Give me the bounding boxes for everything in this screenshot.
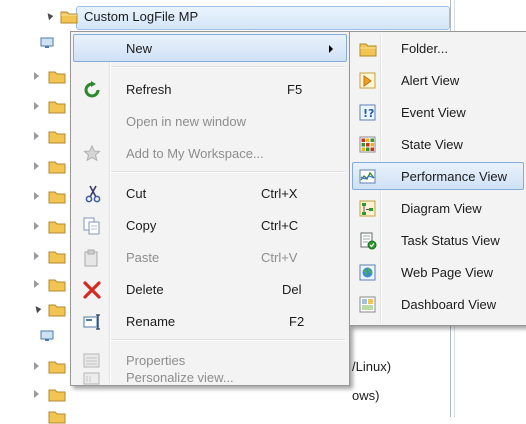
folder-icon: [48, 388, 66, 402]
menu-separator: [111, 171, 345, 173]
expand-arrow-icon[interactable]: [34, 102, 39, 110]
menu-item-label: Personalize view...: [126, 370, 234, 385]
expand-arrow-icon[interactable]: [34, 252, 39, 260]
folder-icon: [48, 130, 66, 144]
menu-item-label: Cut: [126, 186, 147, 201]
menu-item-label: State View: [401, 137, 463, 152]
scissors-icon: [84, 185, 102, 203]
refresh-icon: [83, 81, 101, 99]
menu-item-label: Paste: [126, 250, 160, 265]
submenu-item-web-page-view[interactable]: Web Page View: [352, 258, 524, 286]
menu-item-label: Rename: [126, 314, 176, 329]
menu-item-shortcut: Ctrl+C: [261, 218, 299, 233]
menu-item-shortcut: Ctrl+V: [261, 250, 298, 265]
menu-item-shortcut: F5: [287, 82, 303, 97]
diagram-view-icon: [359, 200, 377, 218]
menu-item-new[interactable]: New: [73, 34, 347, 62]
folder-icon: [48, 190, 66, 204]
submenu-item-performance-view[interactable]: Performance View: [352, 162, 524, 190]
monitor-icon: [40, 330, 54, 342]
dashboard-view-icon: [359, 296, 377, 314]
submenu-item-alert-view[interactable]: Alert View: [352, 66, 524, 94]
menu-item-label: Folder...: [401, 41, 448, 56]
menu-item-label: Diagram View: [401, 201, 482, 216]
expand-arrow-icon[interactable]: [34, 72, 39, 80]
event-view-icon: !?: [359, 104, 377, 122]
performance-view-icon: [359, 168, 377, 186]
menu-item-label: Performance View: [401, 169, 507, 184]
menu-item-shortcut: Del: [282, 282, 302, 297]
menu-item-label: Refresh: [126, 82, 172, 97]
delete-x-icon: [83, 281, 101, 299]
properties-icon: [83, 352, 101, 370]
new-submenu: Folder... Alert View !? Event View State…: [349, 31, 526, 326]
menu-item-shortcut: F2: [289, 314, 305, 329]
menu-item-label: Event View: [401, 105, 466, 120]
submenu-item-dashboard-view[interactable]: Dashboard View: [352, 290, 524, 318]
menu-item-label: New: [126, 41, 153, 56]
expand-arrow-icon[interactable]: [34, 222, 39, 230]
folder-icon: [48, 220, 66, 234]
folder-icon: [48, 70, 66, 84]
menu-item-label: Copy: [126, 218, 157, 233]
expand-arrow-icon[interactable]: [44, 11, 54, 21]
submenu-item-task-status-view[interactable]: Task Status View: [352, 226, 524, 254]
menu-item-label: Delete: [126, 282, 164, 297]
star-icon: [83, 144, 101, 163]
folder-icon: [48, 250, 66, 264]
personalize-icon: [83, 371, 101, 389]
folder-icon: [359, 40, 377, 58]
tree-item-label-partial: /Linux): [352, 359, 392, 374]
paste-icon: [83, 249, 101, 267]
copy-icon: [83, 217, 101, 235]
expand-arrow-icon[interactable]: [34, 192, 39, 200]
expand-arrow-icon[interactable]: [34, 162, 39, 170]
menu-item-delete[interactable]: Delete Del: [73, 275, 347, 303]
menu-item-label: Web Page View: [401, 265, 494, 280]
expand-arrow-icon[interactable]: [32, 304, 42, 314]
menu-item-label: Dashboard View: [401, 297, 497, 312]
menu-item-open-new-window[interactable]: Open in new window: [73, 107, 347, 135]
expand-arrow-icon[interactable]: [34, 362, 39, 370]
tree-item-label-partial: ows): [352, 388, 380, 403]
menu-item-refresh[interactable]: Refresh F5: [73, 75, 347, 103]
submenu-item-diagram-view[interactable]: Diagram View: [352, 194, 524, 222]
web-page-view-icon: [359, 264, 377, 282]
menu-item-label: Task Status View: [401, 233, 500, 248]
menu-item-copy[interactable]: Copy Ctrl+C: [73, 211, 347, 239]
svg-text:!?: !?: [363, 107, 374, 120]
menu-item-label: Add to My Workspace...: [126, 146, 264, 161]
menu-item-shortcut: Ctrl+X: [261, 186, 298, 201]
menu-item-label: Open in new window: [126, 114, 246, 129]
menu-item-add-to-workspace[interactable]: Add to My Workspace...: [73, 139, 347, 167]
menu-separator: [111, 339, 345, 341]
menu-item-rename[interactable]: Rename F2: [73, 307, 347, 335]
folder-icon: [48, 100, 66, 114]
submenu-item-state-view[interactable]: State View: [352, 130, 524, 158]
menu-item-label: Properties: [126, 353, 186, 368]
expand-arrow-icon[interactable]: [34, 280, 39, 288]
folder-icon: [48, 160, 66, 174]
folder-icon: [48, 278, 66, 292]
expand-arrow-icon[interactable]: [34, 390, 39, 398]
rename-icon: [83, 313, 101, 331]
state-view-icon: [359, 136, 377, 154]
context-menu: New Refresh F5 Open in new window Add to…: [70, 31, 350, 386]
expand-arrow-icon[interactable]: [34, 132, 39, 140]
folder-icon: [60, 10, 78, 24]
submenu-item-folder[interactable]: Folder...: [352, 34, 524, 62]
menu-item-label: Alert View: [401, 73, 460, 88]
alert-view-icon: [359, 72, 377, 90]
task-status-view-icon: [359, 232, 377, 250]
menu-item-personalize-view[interactable]: Personalize view...: [73, 370, 347, 389]
monitor-icon: [40, 37, 54, 49]
menu-separator: [111, 66, 345, 68]
tree-item-label: Custom LogFile MP: [84, 9, 199, 24]
folder-icon: [48, 303, 66, 317]
menu-item-cut[interactable]: Cut Ctrl+X: [73, 179, 347, 207]
submenu-item-event-view[interactable]: !? Event View: [352, 98, 524, 126]
menu-item-paste[interactable]: Paste Ctrl+V: [73, 243, 347, 271]
submenu-arrow-icon: [329, 45, 333, 53]
folder-icon: [48, 360, 66, 374]
